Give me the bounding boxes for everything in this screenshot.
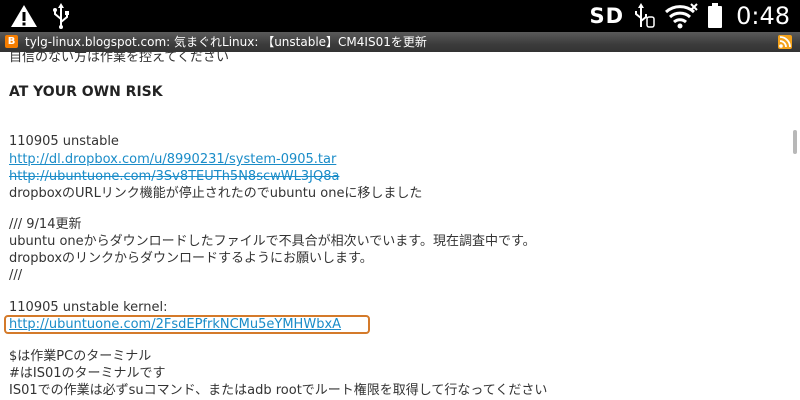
risk-heading: AT YOUR OWN RISK [9, 84, 163, 100]
note-text: #はIS01のターミナルです [9, 366, 166, 381]
kernel-download-link[interactable]: http://ubuntuone.com/2FsdEPfrkNCMu5eYMHW… [9, 316, 341, 333]
update-header: /// 9/14更新 [9, 217, 82, 232]
dropbox-note: dropboxのURLリンク機能が停止されたのでubuntu oneに移しました [9, 186, 423, 201]
note-text: $は作業PCのターミナル [9, 349, 152, 364]
page-content[interactable]: 自信のない方は作業を控えてください AT YOUR OWN RISK 11090… [0, 52, 800, 400]
update-text: dropboxのリンクからダウンロードするようにお願いします。 [9, 251, 373, 266]
usb-icon [53, 3, 69, 29]
release-label: 110905 unstable [9, 134, 119, 149]
clock: 0:48 [736, 2, 790, 30]
battery-icon [708, 3, 723, 28]
usb-debug-icon [635, 3, 655, 28]
note-text: IS01での作業は必ずsuコマンド、またはadb rootでルート権限を取得して… [9, 383, 548, 398]
status-bar: SD 0:48 [0, 0, 800, 32]
browser-title-bar[interactable]: B tylg-linux.blogspot.com: 気まぐれLinux: 【u… [0, 32, 800, 52]
sd-card-icon: SD [589, 4, 625, 28]
warning-text: 自信のない方は作業を控えてください [9, 52, 229, 65]
dropbox-link[interactable]: http://dl.dropbox.com/u/8990231/system-0… [9, 151, 336, 168]
ubuntuone-old-link[interactable]: http://ubuntuone.com/3Sv8TEUTh5N8scwWL3J… [9, 168, 339, 185]
page-title: tylg-linux.blogspot.com: 気まぐれLinux: 【uns… [25, 35, 427, 49]
wifi-icon [665, 3, 698, 29]
rss-feed-icon[interactable] [778, 35, 792, 49]
blogger-favicon-icon: B [5, 35, 18, 48]
warning-icon [11, 5, 37, 27]
kernel-release-label: 110905 unstable kernel: [9, 300, 168, 315]
scrollbar[interactable] [793, 130, 797, 154]
update-footer: /// [9, 268, 23, 283]
update-text: ubuntu oneからダウンロードしたファイルで不具合が相次いでいます。現在調… [9, 234, 536, 249]
